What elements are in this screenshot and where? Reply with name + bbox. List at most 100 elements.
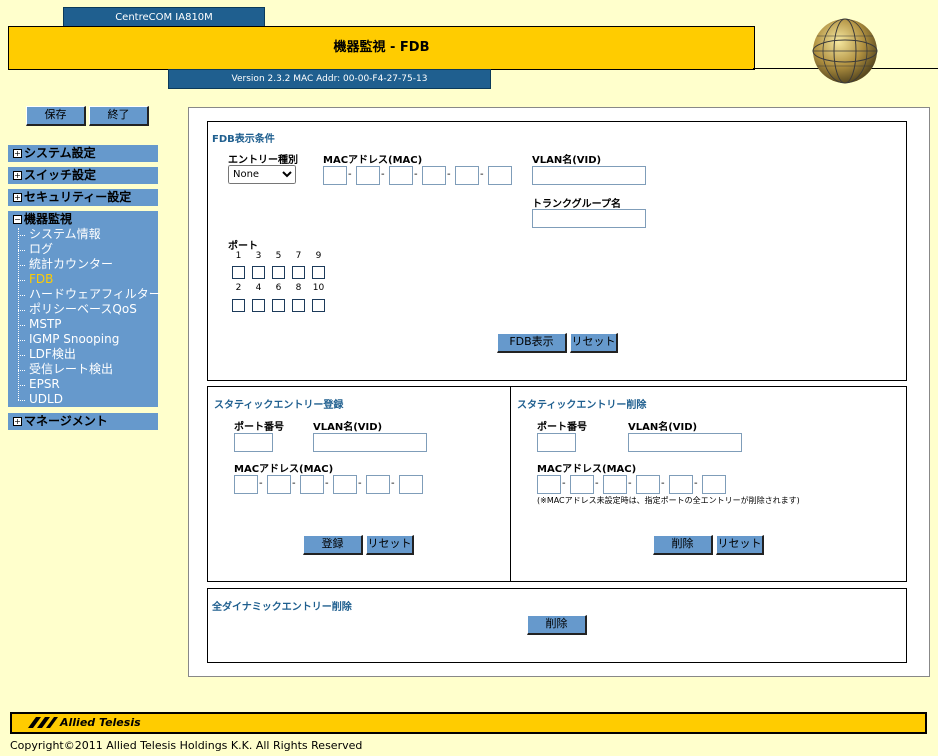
reg-mac-octet-5[interactable] xyxy=(366,475,390,494)
menu-device-monitor[interactable]: − 機器監視 xyxy=(8,211,158,228)
port-checkbox-9[interactable] xyxy=(312,266,325,279)
port-checkbox-3[interactable] xyxy=(252,266,265,279)
del-mac-octet-5[interactable] xyxy=(669,475,693,494)
menu-label: セキュリティー設定 xyxy=(24,190,132,204)
trunk-group-label: トランクグループ名 xyxy=(532,199,621,210)
reg-port-input[interactable] xyxy=(234,433,273,452)
del-mac-octet-2[interactable] xyxy=(570,475,594,494)
sidebar-item[interactable]: MSTP xyxy=(29,317,62,332)
port-checkbox-10[interactable] xyxy=(312,299,325,312)
del-port-input[interactable] xyxy=(537,433,576,452)
fdb-display-title: FDB表示条件 xyxy=(212,134,275,145)
fdb-reset-button[interactable]: リセット xyxy=(570,333,618,353)
tree-branch xyxy=(18,250,25,252)
sidebar-item[interactable]: ポリシーベースQoS xyxy=(29,302,137,317)
reg-mac-octet-6[interactable] xyxy=(399,475,423,494)
tree-branch xyxy=(18,325,25,327)
fdb-mac-octet-6[interactable] xyxy=(488,166,512,185)
globe-logo-icon xyxy=(812,18,878,84)
mac-separator: - xyxy=(259,478,263,489)
port-checkbox-6[interactable] xyxy=(272,299,285,312)
port-number-label: 2 xyxy=(235,283,242,293)
mac-separator: - xyxy=(694,478,698,489)
port-checkbox-1[interactable] xyxy=(232,266,245,279)
reg-mac-octet-3[interactable] xyxy=(300,475,324,494)
del-mac-octet-3[interactable] xyxy=(603,475,627,494)
fdb-vlan-input[interactable] xyxy=(532,166,646,185)
port-checkbox-8[interactable] xyxy=(292,299,305,312)
fdb-vlan-label: VLAN名(VID) xyxy=(532,155,602,166)
exit-button[interactable]: 終了 xyxy=(89,106,149,126)
reg-mac-label: MACアドレス(MAC) xyxy=(234,464,334,475)
dynamic-delete-title: 全ダイナミックエントリー削除 xyxy=(212,602,352,613)
mac-separator: - xyxy=(628,478,632,489)
menu-management[interactable]: + マネージメント xyxy=(8,413,158,430)
fdb-mac-octet-1[interactable] xyxy=(323,166,347,185)
menu-security-settings[interactable]: + セキュリティー設定 xyxy=(8,189,158,206)
reg-vlan-input[interactable] xyxy=(313,433,427,452)
trunk-group-input[interactable] xyxy=(532,209,646,228)
dynamic-delete-button[interactable]: 削除 xyxy=(527,615,587,635)
sidebar-item[interactable]: UDLD xyxy=(29,392,63,407)
sidebar-item[interactable]: 受信レート検出 xyxy=(29,362,113,377)
sidebar-item[interactable]: IGMP Snooping xyxy=(29,332,119,347)
port-number-label: 4 xyxy=(255,283,262,293)
sidebar-item[interactable]: 統計カウンター xyxy=(29,257,113,272)
mac-separator: - xyxy=(480,169,484,180)
port-checkbox-5[interactable] xyxy=(272,266,285,279)
fdb-mac-octet-5[interactable] xyxy=(455,166,479,185)
expand-icon: + xyxy=(13,417,22,426)
del-mac-octet-6[interactable] xyxy=(702,475,726,494)
tree-branch xyxy=(18,280,25,282)
mac-separator: - xyxy=(595,478,599,489)
sidebar-item[interactable]: システム情報 xyxy=(29,227,101,242)
static-delete-button[interactable]: 削除 xyxy=(653,535,713,555)
mac-separator: - xyxy=(661,478,665,489)
sidebar-item[interactable]: LDF検出 xyxy=(29,347,76,362)
del-vlan-input[interactable] xyxy=(628,433,742,452)
mac-separator: - xyxy=(447,169,451,180)
version-info: Version 2.3.2 MAC Addr: 00-00-F4-27-75-1… xyxy=(168,69,491,89)
mac-separator: - xyxy=(562,478,566,489)
expand-icon: + xyxy=(13,149,22,158)
del-port-label: ポート番号 xyxy=(537,422,587,433)
port-checkbox-7[interactable] xyxy=(292,266,305,279)
menu-system-settings[interactable]: + システム設定 xyxy=(8,145,158,162)
del-mac-octet-1[interactable] xyxy=(537,475,561,494)
fdb-show-button[interactable]: FDB表示 xyxy=(497,333,567,353)
reg-mac-octet-4[interactable] xyxy=(333,475,357,494)
expand-icon: + xyxy=(13,171,22,180)
menu-switch-settings[interactable]: + スイッチ設定 xyxy=(8,167,158,184)
port-label: ポート xyxy=(228,241,258,252)
page-title: 機器監視 - FDB xyxy=(8,26,755,70)
fdb-mac-octet-3[interactable] xyxy=(389,166,413,185)
mac-separator: - xyxy=(358,478,362,489)
sidebar-item[interactable]: FDB xyxy=(29,272,53,287)
del-mac-octet-4[interactable] xyxy=(636,475,660,494)
reg-vlan-label: VLAN名(VID) xyxy=(313,422,383,433)
port-checkbox-4[interactable] xyxy=(252,299,265,312)
model-tab: CentreCOM IA810M xyxy=(63,7,265,28)
tree-branch xyxy=(18,265,25,267)
sidebar-item[interactable]: ハードウェアフィルター xyxy=(29,287,161,302)
tree-branch xyxy=(18,310,25,312)
reg-mac-octet-1[interactable] xyxy=(234,475,258,494)
expand-icon: + xyxy=(13,193,22,202)
entry-type-select[interactable]: None xyxy=(228,165,296,184)
reg-port-label: ポート番号 xyxy=(234,422,284,433)
fdb-mac-octet-4[interactable] xyxy=(422,166,446,185)
port-checkbox-2[interactable] xyxy=(232,299,245,312)
reg-mac-octet-2[interactable] xyxy=(267,475,291,494)
fdb-mac-octet-2[interactable] xyxy=(356,166,380,185)
port-number-label: 7 xyxy=(295,251,302,261)
port-number-label: 1 xyxy=(235,251,242,261)
delete-reset-button[interactable]: リセット xyxy=(716,535,764,555)
tree-branch xyxy=(18,340,25,342)
sidebar-item[interactable]: EPSR xyxy=(29,377,60,392)
sidebar-item[interactable]: ログ xyxy=(29,242,53,257)
menu-label: マネージメント xyxy=(24,414,108,428)
register-button[interactable]: 登録 xyxy=(303,535,363,555)
copyright-text: Copyright©2011 Allied Telesis Holdings K… xyxy=(10,739,363,752)
save-button[interactable]: 保存 xyxy=(26,106,86,126)
register-reset-button[interactable]: リセット xyxy=(366,535,414,555)
